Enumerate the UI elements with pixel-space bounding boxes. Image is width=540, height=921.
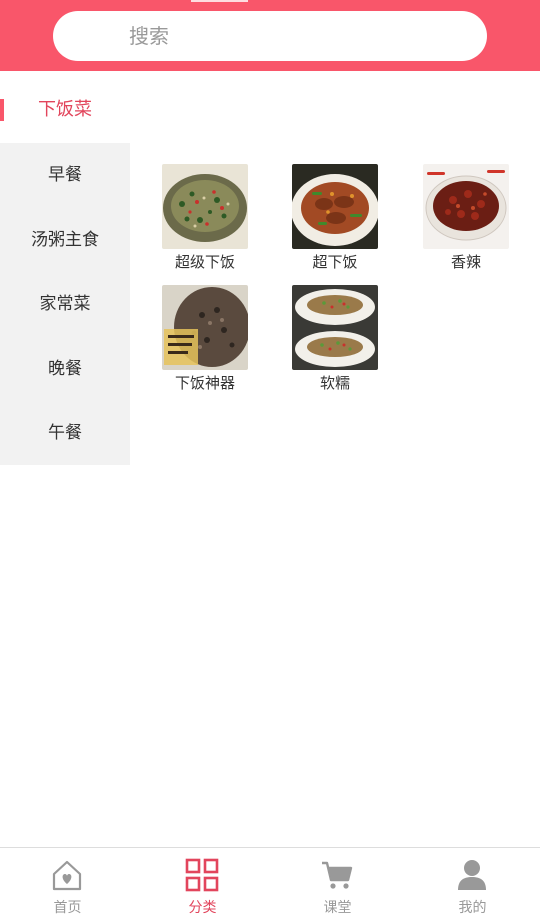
search-input[interactable] (53, 11, 487, 61)
recipe-card[interactable]: 下饭神器 (130, 285, 260, 405)
sidebar-item-lunch[interactable]: 午餐 (0, 413, 130, 453)
tab-label: 我的 (458, 900, 487, 916)
recipe-card[interactable]: 超下饭 (260, 164, 390, 284)
tab-label: 分类 (188, 900, 217, 916)
tab-bar: 首页 分类 课堂 我的 (0, 847, 540, 921)
recipe-caption: 下饭神器 (174, 374, 235, 392)
sidebar-list: 早餐 汤粥主食 家常菜 晚餐 午餐 (0, 143, 130, 465)
status-notch (191, 0, 248, 2)
sidebar-active-label: 下饭菜 (38, 99, 92, 120)
user-icon (458, 860, 486, 890)
recipe-thumbnail[interactable] (423, 164, 509, 249)
home-icon (52, 860, 82, 891)
recipe-thumbnail[interactable] (292, 285, 378, 370)
recipe-caption: 超级下饭 (174, 253, 235, 271)
tab-class[interactable]: 课堂 (270, 848, 405, 921)
sidebar-item-active[interactable]: 下饭菜 (0, 71, 130, 143)
recipe-thumbnail[interactable] (162, 164, 248, 249)
sidebar-item-dinner[interactable]: 晚餐 (0, 349, 130, 389)
grid-icon (185, 858, 219, 892)
tab-label: 课堂 (323, 900, 352, 916)
header (0, 0, 540, 71)
recipe-thumbnail[interactable] (292, 164, 378, 249)
recipe-caption: 香辣 (450, 253, 481, 271)
sidebar-item-breakfast[interactable]: 早餐 (0, 155, 130, 195)
search-box[interactable] (53, 11, 487, 61)
recipe-card[interactable]: 超级下饭 (130, 164, 260, 284)
recipe-caption: 软糯 (319, 374, 350, 392)
tab-home[interactable]: 首页 (0, 848, 135, 921)
tab-category[interactable]: 分类 (135, 848, 270, 921)
cart-icon (322, 861, 353, 889)
sidebar-item-soup-staple[interactable]: 汤粥主食 (0, 220, 130, 260)
recipe-card[interactable]: 香辣 (391, 164, 521, 284)
recipe-thumbnail[interactable] (162, 285, 248, 370)
tab-label: 首页 (53, 900, 82, 916)
tab-mine[interactable]: 我的 (405, 848, 540, 921)
recipe-card[interactable]: 软糯 (260, 285, 390, 405)
recipe-caption: 超下饭 (312, 253, 358, 271)
sidebar-item-home-cooking[interactable]: 家常菜 (0, 284, 130, 324)
